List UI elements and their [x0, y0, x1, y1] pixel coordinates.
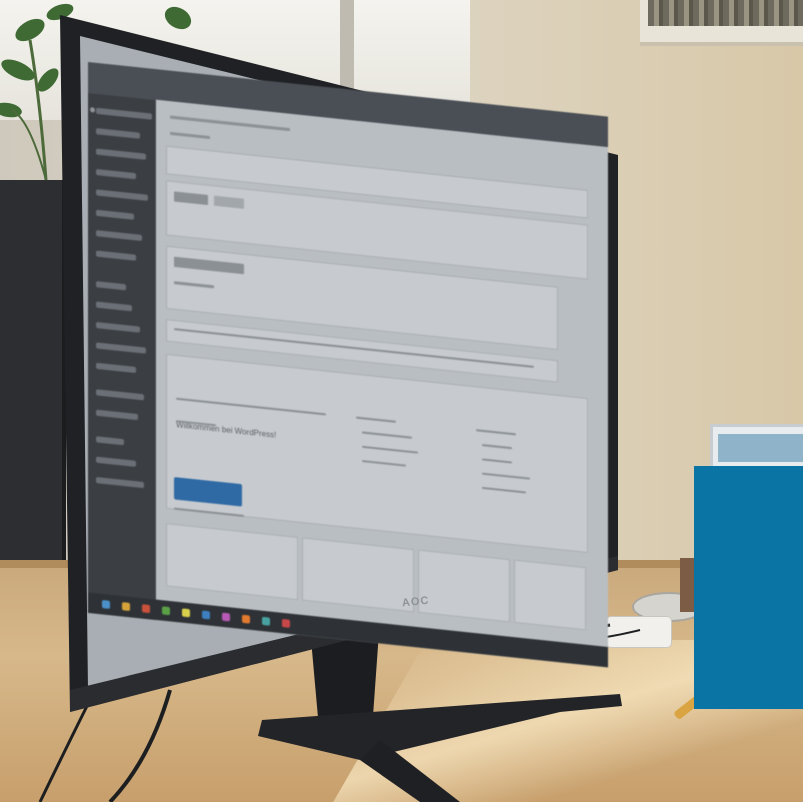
sidebar-item [96, 128, 140, 139]
sidebar-item [96, 107, 152, 120]
dashboard-box [418, 549, 510, 623]
welcome-panel [166, 353, 588, 554]
sidebar-item [96, 209, 134, 220]
monitor-screen-ui: Willkommen bei WordPress! [88, 62, 608, 668]
folder-icon [122, 602, 130, 612]
app-icon [162, 606, 170, 616]
sidebar-item [96, 230, 142, 242]
app-icon [222, 612, 230, 622]
sidebar-item [96, 389, 144, 401]
sidebar-item [96, 456, 136, 467]
sidebar-item [96, 189, 148, 201]
app-icon [202, 610, 210, 620]
sidebar-item [96, 301, 132, 312]
app-icon [282, 618, 290, 628]
brand-color-block [694, 466, 803, 709]
wp-editor-area: Willkommen bei WordPress! [156, 99, 608, 668]
sidebar-item [96, 342, 146, 354]
dashboard-box [514, 559, 586, 631]
text-line [170, 131, 210, 140]
menu-icon [90, 107, 95, 113]
sidebar-item [96, 476, 144, 489]
photo-scene: Willkommen bei WordPress! AOC [0, 0, 803, 802]
sidebar-item [96, 436, 124, 446]
text-line [170, 115, 290, 132]
sidebar-item [96, 281, 126, 291]
sidebar-item [96, 409, 138, 421]
sidebar-item [96, 321, 140, 333]
sidebar-item [96, 250, 136, 261]
app-icon [142, 604, 150, 614]
app-icon [262, 616, 270, 626]
dashboard-box [166, 523, 298, 601]
app-icon [242, 614, 250, 624]
start-icon [102, 599, 110, 609]
dashboard-box [302, 537, 414, 613]
sidebar-item [96, 362, 136, 374]
sidebar-item [96, 168, 136, 180]
wp-admin-sidebar [88, 92, 156, 620]
app-icon [182, 608, 190, 618]
sidebar-item [96, 148, 146, 160]
